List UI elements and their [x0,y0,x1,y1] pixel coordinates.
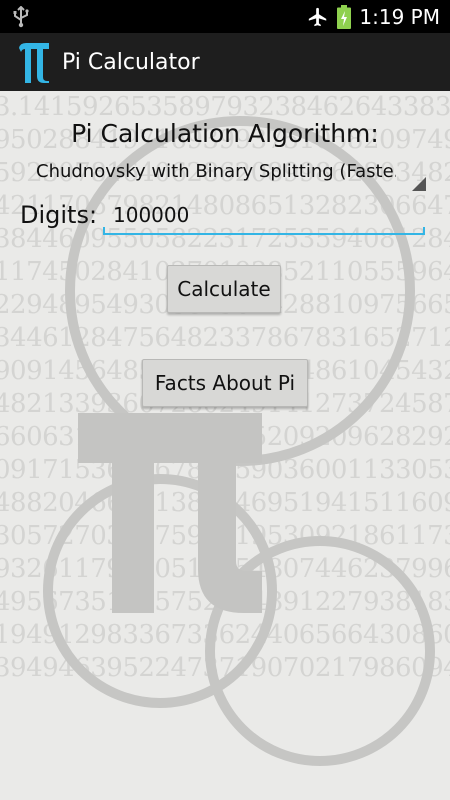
digits-input-tick-right [423,227,425,235]
digits-input[interactable]: 100000 [103,199,425,235]
pi-symbol-icon [19,43,49,83]
status-time: 1:19 PM [359,4,440,29]
app-title: Pi Calculator [62,50,200,75]
calculate-button[interactable]: Calculate [167,265,281,313]
algorithm-label: Pi Calculation Algorithm: [71,119,379,148]
digits-input-tick-left [103,227,105,235]
action-bar: Pi Calculator [0,33,450,91]
form-area: Pi Calculation Algorithm: Chudnovsky wit… [0,91,450,800]
status-bar: 1:19 PM [0,0,450,33]
battery-charging-icon [337,4,352,29]
facts-about-pi-button[interactable]: Facts About Pi [142,359,308,407]
status-icons: 1:19 PM [307,0,440,33]
dropdown-arrow-icon [412,177,426,191]
algorithm-spinner[interactable]: Chudnovsky with Binary Splitting (Faste.… [26,159,426,193]
algorithm-selected-value: Chudnovsky with Binary Splitting (Faste.… [36,161,396,182]
main-content: 3.14159265358979323846264338327 950288419… [0,91,450,800]
usb-icon [13,6,29,28]
airplane-mode-icon [309,7,327,26]
digits-input-underline [103,233,425,235]
digits-label: Digits: [20,201,98,229]
digits-input-value: 100000 [113,203,190,227]
